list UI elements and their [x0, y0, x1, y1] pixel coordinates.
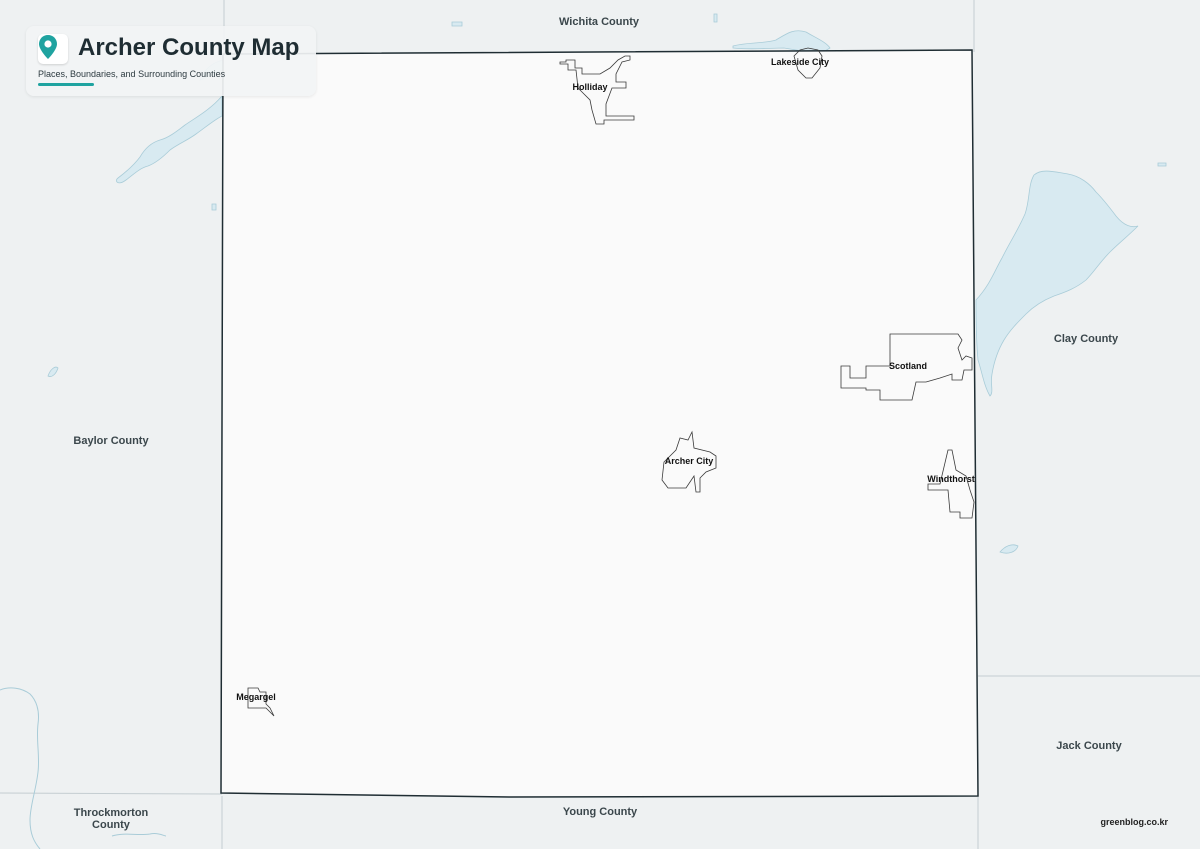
county-label-baylor: Baylor County [73, 435, 149, 447]
place-label-megargel: Megargel [236, 692, 276, 702]
county-label-throckmorton: Throckmorton County [73, 807, 149, 831]
county-label-young: Young County [562, 806, 638, 818]
lake-kickapoo-arm [116, 94, 223, 184]
map-graphics [0, 0, 1200, 849]
map-canvas[interactable]: Archer County Map Places, Boundaries, an… [0, 0, 1200, 849]
county-label-wichita: Wichita County [559, 16, 639, 28]
credit-text: greenblog.co.kr [1100, 817, 1168, 827]
boundary-line [0, 792, 223, 795]
place-label-holliday: Holliday [572, 82, 608, 92]
map-title: Archer County Map [78, 34, 300, 61]
map-pin-icon [39, 35, 57, 59]
pond [713, 13, 718, 23]
pond [47, 366, 59, 377]
title-card: Archer County Map Places, Boundaries, an… [26, 26, 316, 96]
county-label-clay: Clay County [1053, 333, 1119, 345]
accent-bar [38, 83, 94, 86]
lake-arrowhead [975, 170, 1139, 397]
river-line [0, 687, 41, 849]
river-line [111, 832, 167, 837]
place-label-archer-city: Archer City [664, 456, 714, 466]
place-label-lakeside-city: Lakeside City [770, 57, 830, 67]
map-subtitle: Places, Boundaries, and Surrounding Coun… [38, 69, 226, 79]
pond [451, 21, 463, 27]
place-label-scotland: Scotland [888, 361, 928, 371]
pond [211, 203, 217, 211]
pond [1157, 162, 1167, 167]
pin-badge [38, 34, 68, 64]
county-label-jack: Jack County [1056, 740, 1122, 752]
pond [999, 544, 1019, 554]
place-label-windthorst: Windthorst [927, 474, 975, 484]
archer-county-boundary [220, 49, 979, 798]
